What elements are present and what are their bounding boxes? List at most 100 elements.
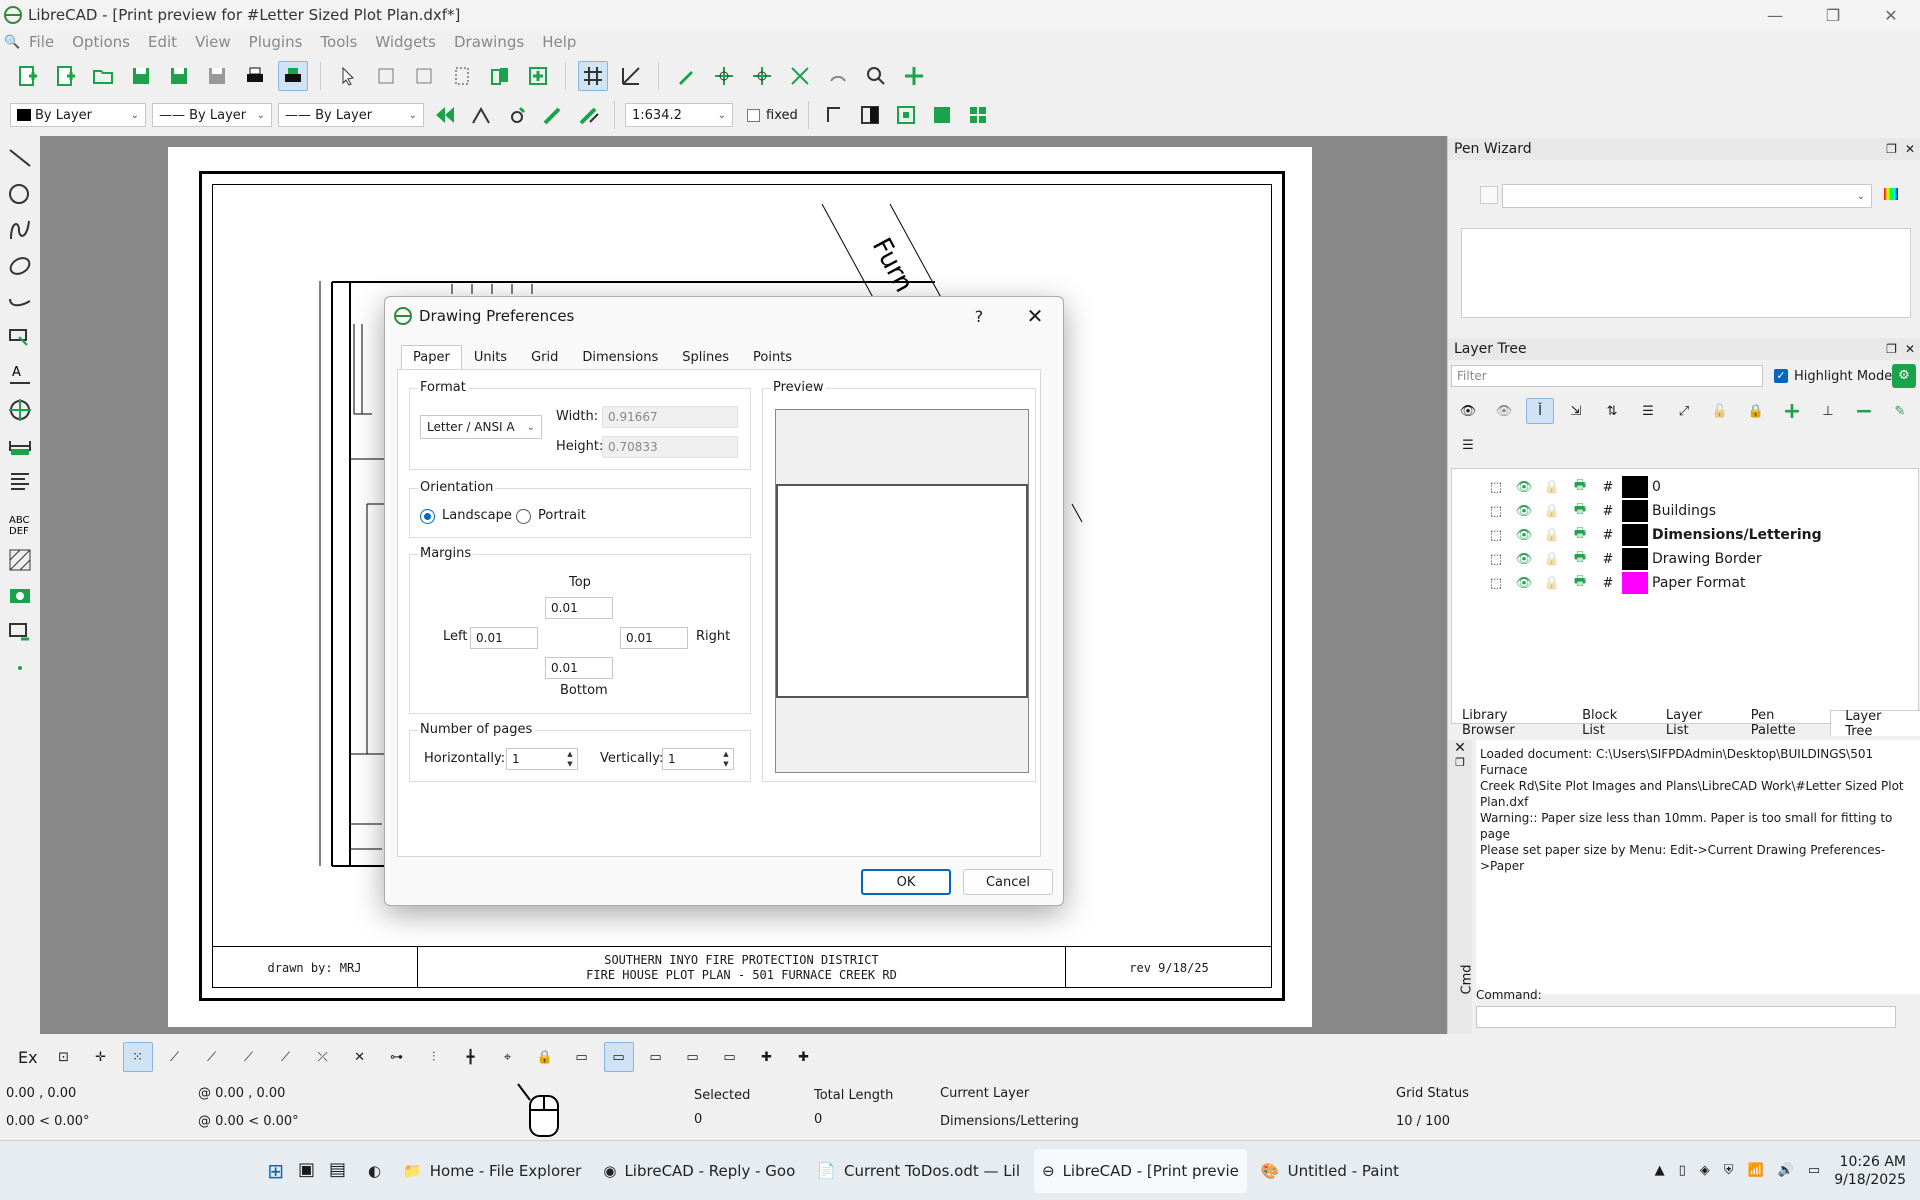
menu-file[interactable]: File [20, 33, 63, 51]
view-5-icon[interactable]: ▭ [715, 1042, 745, 1072]
settings-gear-icon[interactable]: ⚙ [1892, 364, 1916, 388]
black-white-icon[interactable] [855, 100, 885, 130]
fit-page-icon[interactable] [574, 100, 604, 130]
block-tool-icon[interactable] [0, 614, 40, 650]
redo-icon[interactable] [409, 61, 439, 91]
menu-widgets[interactable]: Widgets [366, 33, 445, 51]
taskbar-item[interactable]: 🎨 Untitled - Paint [1253, 1149, 1407, 1193]
snap-grid-icon[interactable]: ⁙ [122, 1042, 153, 1072]
paper-format-select[interactable]: Letter / ANSI A ⌄ [420, 415, 542, 439]
save-all-icon[interactable] [202, 61, 232, 91]
zoom-in-icon[interactable] [709, 61, 739, 91]
start-windows-icon[interactable]: ⊞ [267, 1159, 284, 1183]
tab-layer-tree[interactable]: Layer Tree [1830, 709, 1920, 739]
float-icon[interactable]: ❐ [1886, 342, 1897, 356]
visibility-eye-icon[interactable]: 👁 [1510, 552, 1538, 567]
back-arrow-icon[interactable] [430, 100, 460, 130]
view-1-icon[interactable]: ▭ [567, 1042, 597, 1072]
construction-grid-icon[interactable]: # [1594, 576, 1622, 591]
add-view-icon[interactable]: ✚ [752, 1042, 782, 1072]
minimize-button[interactable]: — [1746, 6, 1804, 25]
tab-grid[interactable]: Grid [519, 345, 570, 370]
menu-tools[interactable]: Tools [311, 33, 366, 51]
right-margin-input[interactable]: 0.01 [620, 627, 688, 649]
layer-filter-input[interactable]: Filter [1451, 365, 1763, 387]
print-center-icon[interactable] [891, 100, 921, 130]
snap-on-entity-icon[interactable]: ⟋ [197, 1042, 227, 1072]
layer-select-icon[interactable]: ⬚ [1482, 504, 1510, 519]
tab-layer-list[interactable]: Layer List [1652, 708, 1737, 738]
close-icon[interactable]: ✕ [1905, 342, 1915, 356]
lock-icon[interactable]: 🔒 [1538, 504, 1566, 519]
vertical-pages-spinbox[interactable]: 1 ▲ ▼ [662, 748, 734, 770]
palette-icon[interactable] [1884, 188, 1898, 200]
layer-row[interactable]: ⬚ 👁 🔒 🖶 # Drawing Border [1482, 547, 1762, 571]
new-from-template-icon[interactable] [50, 61, 80, 91]
collapse-icon[interactable]: ☰ [1634, 398, 1662, 424]
printer-icon[interactable]: 🖶 [1566, 476, 1594, 498]
ok-button[interactable]: OK [861, 869, 951, 895]
zoom-window-icon[interactable] [861, 61, 891, 91]
tab-splines[interactable]: Splines [670, 345, 741, 370]
menu-edit[interactable]: Edit [139, 33, 186, 51]
visibility-eye-icon[interactable]: 👁 [1510, 528, 1538, 543]
tab-dimensions[interactable]: Dimensions [570, 345, 670, 370]
modify-tool-icon[interactable] [0, 392, 40, 428]
circle-tool-icon[interactable] [0, 176, 40, 212]
printer-icon[interactable]: 🖶 [1566, 572, 1594, 594]
layer-select-icon[interactable]: ⬚ [1482, 528, 1510, 543]
landscape-radio[interactable] [420, 509, 435, 524]
relative-zero-icon[interactable]: ⌖ [493, 1042, 523, 1072]
layer-color-swatch[interactable] [1622, 572, 1648, 594]
lock-icon[interactable]: 🔒 [1538, 528, 1566, 543]
pen-palette-select[interactable]: ⌄ [1502, 184, 1872, 208]
view-2-icon[interactable]: ▭ [603, 1042, 634, 1072]
float-icon[interactable]: ❐ [1886, 142, 1897, 156]
layer-color-swatch[interactable] [1622, 476, 1648, 498]
tab-pen-palette[interactable]: Pen Palette [1737, 708, 1831, 738]
polyline-tool-icon[interactable] [0, 284, 40, 320]
exclusive-snap-label[interactable]: Ex [18, 1048, 38, 1067]
menu-plugins[interactable]: Plugins [240, 33, 312, 51]
print-preview-icon[interactable] [278, 61, 308, 91]
layer-color-swatch[interactable] [1622, 524, 1648, 546]
snap-center-icon[interactable]: ✛ [86, 1042, 116, 1072]
portrait-radio[interactable] [516, 509, 531, 524]
hatch-tool-icon[interactable] [0, 542, 40, 578]
dim-layer-icon[interactable]: ⇲ [1562, 398, 1590, 424]
open-file-icon[interactable] [88, 61, 118, 91]
construction-grid-icon[interactable]: # [1594, 480, 1622, 495]
scale-to-page-icon[interactable] [538, 100, 568, 130]
taskbar-item[interactable]: ⊖ LibreCAD - [Print previe [1033, 1148, 1247, 1193]
menu-view[interactable]: View [186, 33, 240, 51]
image-tool-icon[interactable] [0, 578, 40, 614]
task-view-icon[interactable]: ▣ [298, 1159, 315, 1183]
zoom-pan-icon[interactable] [899, 61, 929, 91]
fixed-check-box[interactable] [747, 108, 760, 122]
top-margin-input[interactable]: 0.01 [545, 597, 613, 619]
usb-icon[interactable]: ▯ [1679, 1163, 1686, 1178]
center-page-icon[interactable] [502, 100, 532, 130]
color-combo[interactable]: By Layer ⌄ [10, 103, 146, 127]
tab-library-browser[interactable]: Library Browser [1448, 708, 1568, 738]
move-page-icon[interactable] [466, 100, 496, 130]
print-icon[interactable] [240, 61, 270, 91]
ellipse-tool-icon[interactable] [0, 248, 40, 284]
layer-row[interactable]: ⬚ 👁 🔒 🖶 # Buildings [1482, 499, 1716, 523]
visibility-eye-icon[interactable]: 👁 [1510, 480, 1538, 495]
point-tool-icon[interactable] [0, 650, 40, 686]
volume-icon[interactable]: 🔊 [1778, 1163, 1794, 1178]
lock-icon[interactable]: 🔒 [1538, 552, 1566, 567]
save-as-icon[interactable] [164, 61, 194, 91]
restrict-vertical-icon[interactable]: ⫶ [419, 1042, 449, 1072]
snap-free-icon[interactable]: ⊡ [49, 1042, 79, 1072]
layer-color-swatch[interactable] [1622, 548, 1648, 570]
tab-paper[interactable]: Paper [401, 345, 462, 370]
view-4-icon[interactable]: ▭ [678, 1042, 708, 1072]
info-tool-icon[interactable] [0, 464, 40, 500]
line-tool-icon[interactable] [0, 140, 40, 176]
snap-endpoint-icon[interactable]: ⟋ [160, 1042, 190, 1072]
snap-tangent-icon[interactable]: ✕ [345, 1042, 375, 1072]
new-file-icon[interactable] [12, 61, 42, 91]
measure-tool-icon[interactable] [0, 428, 40, 464]
